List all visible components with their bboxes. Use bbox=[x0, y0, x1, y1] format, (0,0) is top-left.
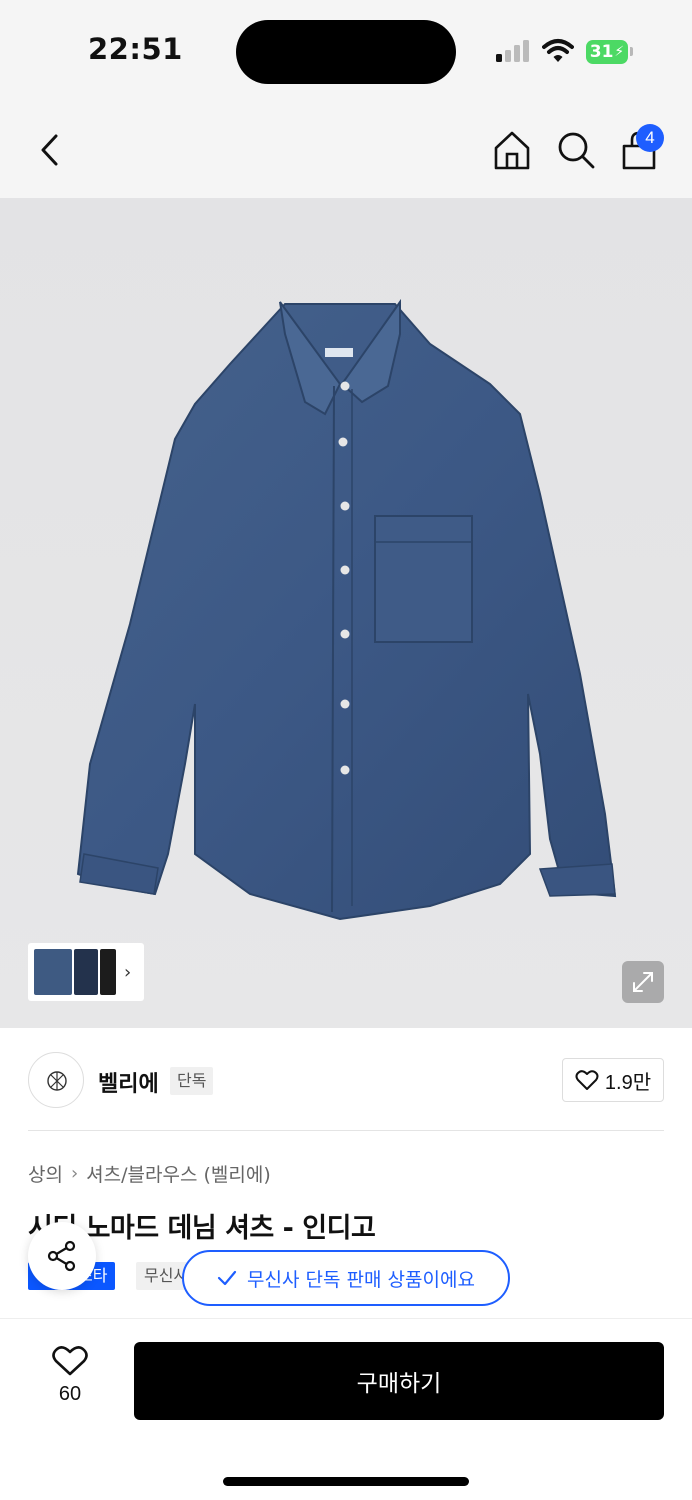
thumbnail-1[interactable] bbox=[34, 949, 72, 995]
battery-level: 31 bbox=[589, 42, 614, 62]
brand-like-count: 1.9만 bbox=[604, 1071, 652, 1094]
breadcrumb-category[interactable]: 상의 bbox=[28, 1160, 63, 1187]
denim-shirt-image bbox=[76, 298, 617, 921]
nav-bar bbox=[0, 100, 692, 198]
check-icon bbox=[217, 1270, 237, 1286]
expand-icon[interactable] bbox=[622, 961, 664, 1003]
wishlist-count: 60 bbox=[58, 1383, 82, 1405]
status-time: 22:51 bbox=[88, 32, 183, 66]
bottom-action-bar: 60 구매하기 bbox=[0, 1318, 692, 1500]
heart-icon bbox=[575, 1070, 599, 1090]
brand-like-button[interactable]: 1.9만 bbox=[562, 1058, 664, 1102]
share-icon bbox=[47, 1240, 76, 1272]
battery-indicator: 31 ⚡ bbox=[586, 40, 628, 64]
home-icon[interactable] bbox=[490, 128, 534, 172]
home-indicator bbox=[223, 1477, 469, 1486]
brand-logo-mark bbox=[47, 1071, 67, 1091]
brand-name[interactable]: 벨리에 bbox=[98, 1066, 159, 1098]
exclusive-toast-text: 무신사 단독 판매 상품이에요 bbox=[247, 1268, 475, 1291]
buy-button[interactable]: 구매하기 bbox=[134, 1342, 664, 1420]
heart-icon bbox=[52, 1346, 88, 1376]
divider bbox=[28, 1130, 664, 1131]
thumbnail-strip[interactable]: › bbox=[28, 943, 144, 1001]
brand-logo[interactable] bbox=[28, 1052, 84, 1108]
back-icon[interactable] bbox=[28, 128, 72, 172]
share-button[interactable] bbox=[28, 1222, 96, 1290]
charging-bolt-icon: ⚡ bbox=[614, 44, 625, 60]
dynamic-island bbox=[236, 20, 456, 84]
wishlist-button[interactable]: 60 bbox=[44, 1345, 96, 1425]
brand-exclusive-tag: 단독 bbox=[170, 1067, 214, 1095]
exclusive-toast: 무신사 단독 판매 상품이에요 bbox=[182, 1250, 510, 1306]
signal-icon bbox=[496, 40, 529, 62]
thumbnail-2[interactable] bbox=[74, 949, 98, 995]
chevron-right-icon: › bbox=[70, 1163, 79, 1184]
wifi-icon bbox=[542, 39, 574, 62]
breadcrumb-subcategory[interactable]: 셔츠/블라우스 (벨리에) bbox=[86, 1160, 271, 1187]
cart-count-badge: 4 bbox=[636, 124, 664, 152]
product-image[interactable]: › bbox=[0, 198, 692, 1028]
breadcrumb: 상의 › 셔츠/블라우스 (벨리에) bbox=[28, 1160, 271, 1187]
battery-nub bbox=[630, 47, 633, 56]
chevron-right-icon[interactable]: › bbox=[124, 962, 131, 983]
thumbnail-3[interactable] bbox=[100, 949, 116, 995]
status-bar: 22:51 31 ⚡ bbox=[0, 0, 692, 100]
search-icon[interactable] bbox=[554, 128, 598, 172]
